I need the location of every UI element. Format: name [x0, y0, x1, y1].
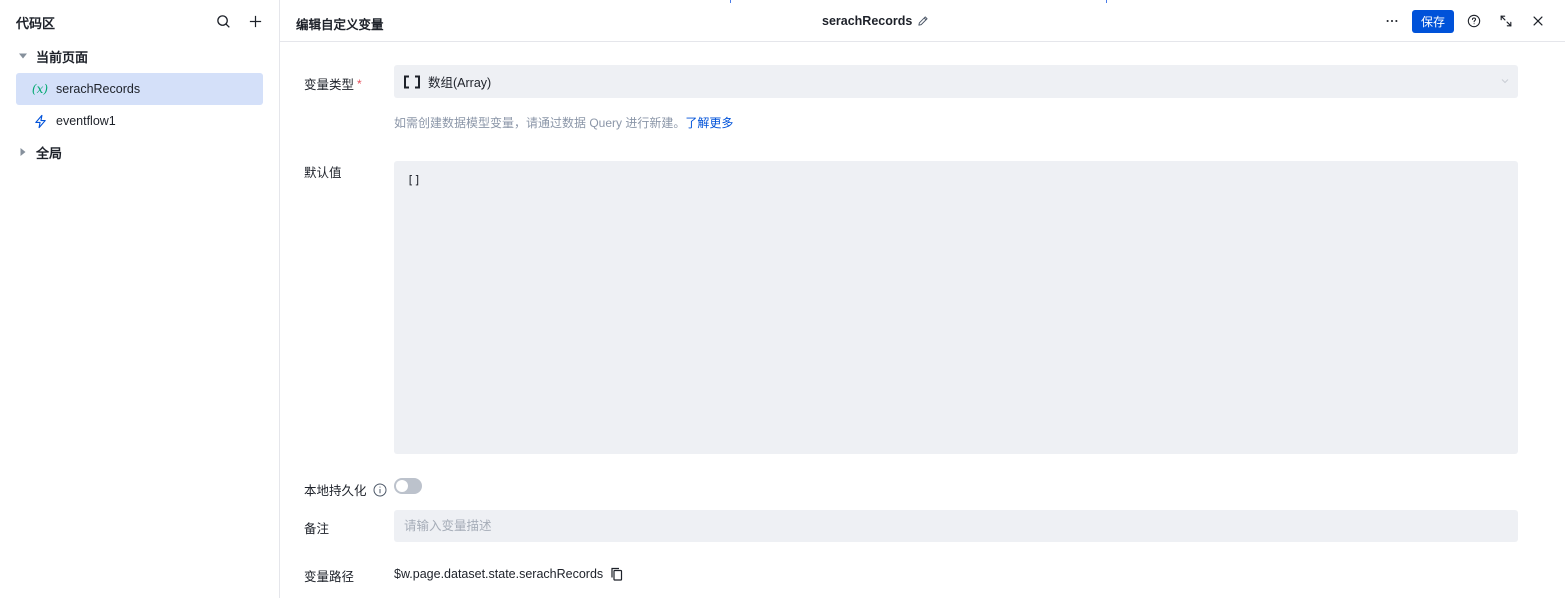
- expand-button[interactable]: [1496, 11, 1516, 31]
- local-persist-label: 本地持久化: [304, 480, 387, 499]
- remark-label: 备注: [304, 522, 330, 536]
- caret-right-icon: [16, 148, 30, 156]
- copy-icon: [611, 567, 623, 581]
- tree-item-label: serachRecords: [56, 82, 141, 96]
- variable-path-label: 变量路径: [304, 570, 355, 584]
- default-value-editor[interactable]: []: [394, 161, 1518, 454]
- variable-icon: (x): [31, 82, 49, 96]
- remark-input[interactable]: [394, 510, 1518, 542]
- more-icon: [1386, 19, 1398, 23]
- edit-name-button[interactable]: [917, 14, 931, 28]
- code-sidebar: 代码区 当前页面 (x) serachRecords eventflow1 全局: [0, 0, 280, 598]
- tree-item-eventflow1[interactable]: eventflow1: [16, 105, 263, 137]
- sidebar-header: 代码区: [0, 0, 279, 42]
- toggle-knob: [396, 480, 408, 492]
- variable-type-select[interactable]: 数组(Array): [394, 65, 1518, 98]
- variable-name-display: serachRecords: [822, 14, 931, 28]
- editor-title: 编辑自定义变量: [296, 18, 384, 32]
- variable-editor: 编辑自定义变量 serachRecords 保存 变量类型 * 数组(Array…: [280, 0, 1565, 598]
- local-persist-toggle[interactable]: [394, 478, 422, 494]
- default-value-label: 默认值: [304, 166, 342, 180]
- tree-group-label: 全局: [36, 145, 63, 161]
- pencil-icon: [918, 16, 928, 26]
- tree-group-label: 当前页面: [36, 49, 89, 65]
- search-icon: [216, 14, 230, 28]
- close-icon: [1533, 16, 1543, 26]
- variable-path-value: $w.page.dataset.state.serachRecords: [394, 567, 604, 581]
- data-model-hint: 如需创建数据模型变量，请通过数据 Query 进行新建。了解更多: [394, 116, 734, 130]
- chevron-down-icon: [1501, 79, 1509, 84]
- plus-icon: [249, 15, 261, 27]
- expand-icon: [1500, 15, 1512, 27]
- more-button[interactable]: [1382, 11, 1402, 31]
- info-icon[interactable]: [373, 483, 387, 497]
- variable-type-value: 数组(Array): [428, 76, 492, 90]
- editor-header: 编辑自定义变量 serachRecords 保存: [280, 0, 1565, 42]
- tree-group-current-page[interactable]: 当前页面: [16, 44, 88, 68]
- sidebar-title: 代码区: [16, 16, 56, 31]
- app-window: 代码区 当前页面 (x) serachRecords eventflow1 全局…: [0, 0, 1565, 598]
- required-marker: *: [357, 76, 362, 91]
- tree-item-label: eventflow1: [56, 114, 116, 128]
- tree-item-serachrecords[interactable]: (x) serachRecords: [16, 73, 263, 105]
- lightning-icon: [31, 113, 49, 129]
- variable-path-row: $w.page.dataset.state.serachRecords: [394, 566, 624, 582]
- tree-group-global[interactable]: 全局: [16, 140, 62, 164]
- variable-name: serachRecords: [822, 14, 913, 28]
- close-button[interactable]: [1528, 11, 1548, 31]
- learn-more-link[interactable]: 了解更多: [685, 116, 733, 130]
- save-button[interactable]: 保存: [1412, 10, 1454, 33]
- copy-path-button[interactable]: [610, 566, 624, 582]
- help-button[interactable]: [1464, 11, 1484, 31]
- variable-type-label: 变量类型 *: [304, 76, 362, 93]
- array-bracket-icon: [403, 75, 421, 89]
- caret-down-icon: [16, 52, 30, 60]
- help-icon: [1467, 14, 1481, 28]
- add-button[interactable]: [245, 11, 265, 31]
- search-button[interactable]: [213, 11, 233, 31]
